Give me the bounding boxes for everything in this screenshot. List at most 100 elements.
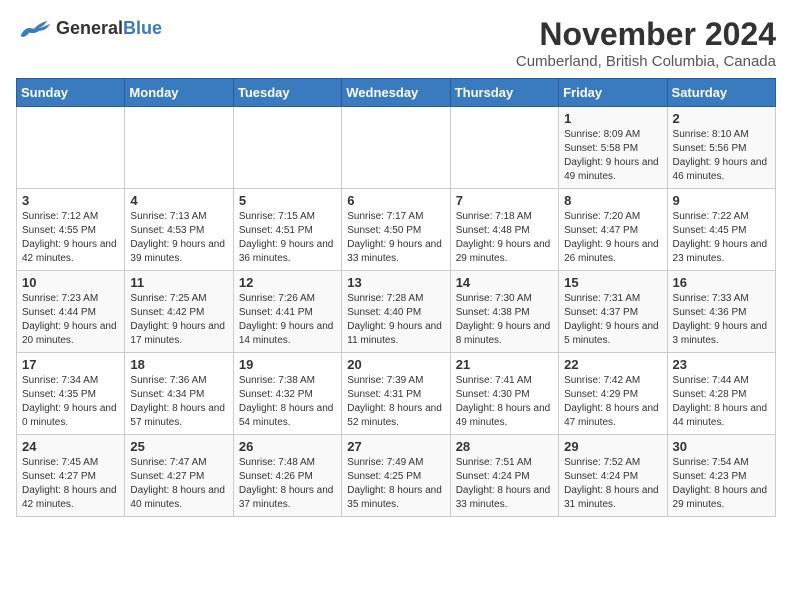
weekday-header-wednesday: Wednesday bbox=[342, 79, 450, 107]
day-info: Sunrise: 7:12 AM Sunset: 4:55 PM Dayligh… bbox=[22, 210, 119, 266]
calendar-cell: 23Sunrise: 7:44 AM Sunset: 4:28 PM Dayli… bbox=[667, 353, 775, 435]
calendar-cell: 9Sunrise: 7:22 AM Sunset: 4:45 PM Daylig… bbox=[667, 189, 775, 271]
calendar-cell: 12 Sunrise: 7:26 AM Sunset: 4:41 PM Dayli… bbox=[233, 271, 341, 353]
day-number: 13 bbox=[347, 275, 444, 290]
day-number: 30 bbox=[673, 439, 770, 454]
day-number: 17 bbox=[22, 357, 119, 372]
calendar-cell: 5 Sunrise: 7:15 AM Sunset: 4:51 PM Daylig… bbox=[233, 189, 341, 271]
calendar-cell: 21 Sunrise: 7:41 AM Sunset: 4:30 PM Dayli… bbox=[450, 353, 558, 435]
calendar-cell bbox=[125, 107, 233, 189]
calendar-cell: 4Sunrise: 7:13 AM Sunset: 4:53 PM Daylig… bbox=[125, 189, 233, 271]
day-info: Sunrise: 7:52 AM Sunset: 4:24 PM Dayligh… bbox=[564, 456, 661, 512]
day-number: 14 bbox=[456, 275, 553, 290]
weekday-header-tuesday: Tuesday bbox=[233, 79, 341, 107]
day-number: 6 bbox=[347, 193, 444, 208]
day-number: 10 bbox=[22, 275, 119, 290]
calendar-cell: 1 Sunrise: 8:09 AM Sunset: 5:58 PM Daylig… bbox=[559, 107, 667, 189]
calendar-cell: 8 Sunrise: 7:20 AM Sunset: 4:47 PM Daylig… bbox=[559, 189, 667, 271]
calendar-week-row: 17 Sunrise: 7:34 AM Sunset: 4:35 PM Dayli… bbox=[17, 353, 776, 435]
day-number: 12 bbox=[239, 275, 336, 290]
calendar-cell bbox=[17, 107, 125, 189]
day-number: 1 bbox=[564, 111, 661, 126]
day-info: Sunrise: 7:48 AM Sunset: 4:26 PM Dayligh… bbox=[239, 456, 336, 512]
calendar-cell: 19 Sunrise: 7:38 AM Sunset: 4:32 PM Dayli… bbox=[233, 353, 341, 435]
day-info: Sunrise: 7:51 AM Sunset: 4:24 PM Dayligh… bbox=[456, 456, 553, 512]
weekday-header-sunday: Sunday bbox=[17, 79, 125, 107]
weekday-header-saturday: Saturday bbox=[667, 79, 775, 107]
day-number: 5 bbox=[239, 193, 336, 208]
day-info: Sunrise: 8:09 AM Sunset: 5:58 PM Dayligh… bbox=[564, 128, 661, 184]
calendar-cell: 2 Sunrise: 8:10 AM Sunset: 5:56 PM Daylig… bbox=[667, 107, 775, 189]
title-section: November 2024 Cumberland, British Columb… bbox=[516, 16, 776, 70]
calendar-cell bbox=[233, 107, 341, 189]
day-info: Sunrise: 7:38 AM Sunset: 4:32 PM Dayligh… bbox=[239, 374, 336, 430]
day-number: 29 bbox=[564, 439, 661, 454]
day-number: 21 bbox=[456, 357, 553, 372]
calendar-cell: 20Sunrise: 7:39 AM Sunset: 4:31 PM Dayli… bbox=[342, 353, 450, 435]
calendar-cell: 16 Sunrise: 7:33 AM Sunset: 4:36 PM Dayli… bbox=[667, 271, 775, 353]
day-info: Sunrise: 7:25 AM Sunset: 4:42 PM Dayligh… bbox=[130, 292, 227, 348]
calendar-table: SundayMondayTuesdayWednesdayThursdayFrid… bbox=[16, 78, 776, 517]
month-title: November 2024 bbox=[516, 16, 776, 53]
calendar-cell: 26Sunrise: 7:48 AM Sunset: 4:26 PM Dayli… bbox=[233, 435, 341, 517]
day-number: 24 bbox=[22, 439, 119, 454]
day-number: 22 bbox=[564, 357, 661, 372]
day-info: Sunrise: 7:22 AM Sunset: 4:45 PM Dayligh… bbox=[673, 210, 770, 266]
calendar-cell: 18Sunrise: 7:36 AM Sunset: 4:34 PM Dayli… bbox=[125, 353, 233, 435]
day-info: Sunrise: 7:28 AM Sunset: 4:40 PM Dayligh… bbox=[347, 292, 444, 348]
day-info: Sunrise: 7:45 AM Sunset: 4:27 PM Dayligh… bbox=[22, 456, 119, 512]
day-info: Sunrise: 7:33 AM Sunset: 4:36 PM Dayligh… bbox=[673, 292, 770, 348]
location-title: Cumberland, British Columbia, Canada bbox=[516, 53, 776, 70]
day-number: 19 bbox=[239, 357, 336, 372]
day-number: 27 bbox=[347, 439, 444, 454]
day-info: Sunrise: 7:41 AM Sunset: 4:30 PM Dayligh… bbox=[456, 374, 553, 430]
day-info: Sunrise: 7:47 AM Sunset: 4:27 PM Dayligh… bbox=[130, 456, 227, 512]
calendar-cell: 3 Sunrise: 7:12 AM Sunset: 4:55 PM Daylig… bbox=[17, 189, 125, 271]
day-info: Sunrise: 7:39 AM Sunset: 4:31 PM Dayligh… bbox=[347, 374, 444, 430]
day-info: Sunrise: 7:20 AM Sunset: 4:47 PM Dayligh… bbox=[564, 210, 661, 266]
day-number: 28 bbox=[456, 439, 553, 454]
day-info: Sunrise: 7:36 AM Sunset: 4:34 PM Dayligh… bbox=[130, 374, 227, 430]
calendar-week-row: 3 Sunrise: 7:12 AM Sunset: 4:55 PM Daylig… bbox=[17, 189, 776, 271]
calendar-cell: 7 Sunrise: 7:18 AM Sunset: 4:48 PM Daylig… bbox=[450, 189, 558, 271]
day-info: Sunrise: 7:34 AM Sunset: 4:35 PM Dayligh… bbox=[22, 374, 119, 430]
calendar-cell: 11 Sunrise: 7:25 AM Sunset: 4:42 PM Dayli… bbox=[125, 271, 233, 353]
day-number: 23 bbox=[673, 357, 770, 372]
calendar-cell bbox=[342, 107, 450, 189]
day-info: Sunrise: 7:26 AM Sunset: 4:41 PM Dayligh… bbox=[239, 292, 336, 348]
day-info: Sunrise: 7:23 AM Sunset: 4:44 PM Dayligh… bbox=[22, 292, 119, 348]
calendar-cell: 30 Sunrise: 7:54 AM Sunset: 4:23 PM Dayli… bbox=[667, 435, 775, 517]
calendar-cell: 13 Sunrise: 7:28 AM Sunset: 4:40 PM Dayli… bbox=[342, 271, 450, 353]
day-info: Sunrise: 8:10 AM Sunset: 5:56 PM Dayligh… bbox=[673, 128, 770, 184]
day-info: Sunrise: 7:17 AM Sunset: 4:50 PM Dayligh… bbox=[347, 210, 444, 266]
calendar-cell: 24 Sunrise: 7:45 AM Sunset: 4:27 PM Dayli… bbox=[17, 435, 125, 517]
calendar-week-row: 1 Sunrise: 8:09 AM Sunset: 5:58 PM Daylig… bbox=[17, 107, 776, 189]
calendar-cell: 27 Sunrise: 7:49 AM Sunset: 4:25 PM Dayli… bbox=[342, 435, 450, 517]
calendar-cell bbox=[450, 107, 558, 189]
day-info: Sunrise: 7:49 AM Sunset: 4:25 PM Dayligh… bbox=[347, 456, 444, 512]
logo: GeneralBlue bbox=[16, 16, 162, 40]
calendar-week-row: 10 Sunrise: 7:23 AM Sunset: 4:44 PM Dayli… bbox=[17, 271, 776, 353]
calendar-cell: 29 Sunrise: 7:52 AM Sunset: 4:24 PM Dayli… bbox=[559, 435, 667, 517]
day-number: 8 bbox=[564, 193, 661, 208]
calendar-cell: 6 Sunrise: 7:17 AM Sunset: 4:50 PM Daylig… bbox=[342, 189, 450, 271]
calendar-cell: 15Sunrise: 7:31 AM Sunset: 4:37 PM Dayli… bbox=[559, 271, 667, 353]
weekday-header-monday: Monday bbox=[125, 79, 233, 107]
day-info: Sunrise: 7:54 AM Sunset: 4:23 PM Dayligh… bbox=[673, 456, 770, 512]
calendar-cell: 14Sunrise: 7:30 AM Sunset: 4:38 PM Dayli… bbox=[450, 271, 558, 353]
day-info: Sunrise: 7:18 AM Sunset: 4:48 PM Dayligh… bbox=[456, 210, 553, 266]
calendar-cell: 10 Sunrise: 7:23 AM Sunset: 4:44 PM Dayli… bbox=[17, 271, 125, 353]
day-number: 16 bbox=[673, 275, 770, 290]
day-number: 11 bbox=[130, 275, 227, 290]
day-number: 3 bbox=[22, 193, 119, 208]
logo-general-text: General bbox=[56, 18, 123, 38]
day-info: Sunrise: 7:15 AM Sunset: 4:51 PM Dayligh… bbox=[239, 210, 336, 266]
day-number: 7 bbox=[456, 193, 553, 208]
day-number: 2 bbox=[673, 111, 770, 126]
day-info: Sunrise: 7:13 AM Sunset: 4:53 PM Dayligh… bbox=[130, 210, 227, 266]
logo-bird-icon bbox=[16, 16, 52, 40]
weekday-header-friday: Friday bbox=[559, 79, 667, 107]
calendar-cell: 25Sunrise: 7:47 AM Sunset: 4:27 PM Dayli… bbox=[125, 435, 233, 517]
day-info: Sunrise: 7:31 AM Sunset: 4:37 PM Dayligh… bbox=[564, 292, 661, 348]
weekday-header-thursday: Thursday bbox=[450, 79, 558, 107]
